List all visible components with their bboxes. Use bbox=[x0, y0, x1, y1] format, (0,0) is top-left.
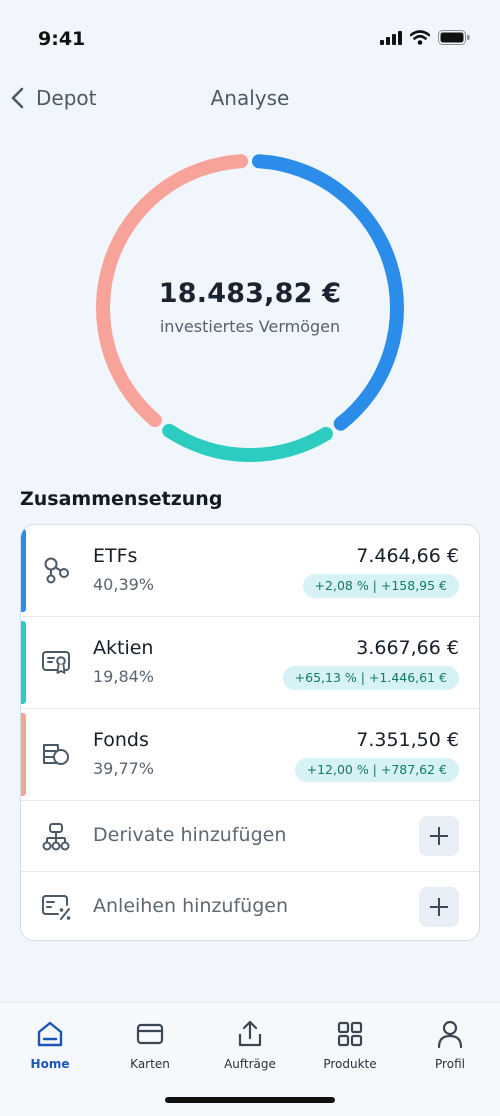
tab-label: Profil bbox=[435, 1057, 465, 1071]
nav-header: Depot Analyse bbox=[0, 78, 500, 118]
etf-nodes-icon bbox=[44, 557, 69, 584]
add-bonds-button[interactable] bbox=[419, 887, 459, 927]
signal-icon bbox=[380, 30, 402, 45]
upload-icon bbox=[238, 1020, 262, 1047]
holding-row-etfs[interactable]: ETFs 40,39% 7.464,66 € +2,08 % | +158,95… bbox=[21, 525, 479, 617]
add-bonds-label: Anleihen hinzufügen bbox=[93, 895, 289, 917]
home-icon bbox=[37, 1021, 63, 1047]
holding-value: 3.667,66 € bbox=[356, 637, 459, 659]
total-subtitle: investiertes Vermögen bbox=[159, 317, 341, 336]
holding-name: Fonds bbox=[93, 729, 149, 751]
holding-change-badge: +2,08 % | +158,95 € bbox=[302, 574, 459, 598]
add-derivatives-button[interactable] bbox=[419, 816, 459, 856]
battery-icon bbox=[438, 30, 470, 45]
total-value: 18.483,82 € bbox=[158, 278, 342, 309]
wifi-icon bbox=[410, 30, 430, 45]
card-icon bbox=[136, 1023, 164, 1045]
holding-row-aktien[interactable]: Aktien 19,84% 3.667,66 € +65,13 % | +1.4… bbox=[21, 617, 479, 709]
add-derivatives-label: Derivate hinzufügen bbox=[93, 824, 287, 846]
holding-accent bbox=[21, 621, 26, 704]
holding-accent bbox=[21, 713, 26, 796]
tab-produkte[interactable]: Produkte bbox=[300, 1019, 400, 1071]
home-indicator bbox=[165, 1097, 335, 1103]
holding-name: Aktien bbox=[93, 637, 154, 659]
composition-card: ETFs 40,39% 7.464,66 € +2,08 % | +158,95… bbox=[20, 524, 480, 941]
tab-profil[interactable]: Profil bbox=[400, 1019, 500, 1071]
derivative-tree-icon bbox=[42, 823, 70, 851]
status-icons bbox=[380, 30, 470, 45]
ring-center: 18.483,82 € investiertes Vermögen bbox=[95, 278, 405, 336]
plus-icon bbox=[430, 827, 448, 845]
allocation-ring: 18.483,82 € investiertes Vermögen bbox=[95, 153, 405, 463]
holding-change-badge: +12,00 % | +787,62 € bbox=[294, 758, 459, 782]
section-title: Zusammensetzung bbox=[20, 488, 223, 510]
tab-auftraege[interactable]: Aufträge bbox=[200, 1019, 300, 1071]
page-title: Analyse bbox=[210, 86, 290, 110]
holding-percent: 40,39% bbox=[93, 575, 155, 594]
holding-percent: 39,77% bbox=[93, 759, 155, 778]
add-derivatives-row[interactable]: Derivate hinzufügen bbox=[21, 801, 479, 872]
tab-home[interactable]: Home bbox=[0, 1019, 100, 1071]
tab-label: Home bbox=[30, 1057, 70, 1071]
status-bar: 9:41 bbox=[0, 0, 500, 80]
add-bonds-row[interactable]: Anleihen hinzufügen bbox=[21, 872, 479, 940]
status-time: 9:41 bbox=[38, 28, 86, 50]
holding-row-fonds[interactable]: Fonds 39,77% 7.351,50 € +12,00 % | +787,… bbox=[21, 709, 479, 801]
holding-accent bbox=[21, 529, 26, 612]
holding-value: 7.351,50 € bbox=[356, 729, 459, 751]
user-icon bbox=[437, 1020, 463, 1049]
tab-label: Produkte bbox=[323, 1057, 377, 1071]
tab-label: Aufträge bbox=[224, 1057, 276, 1071]
bond-percent-icon bbox=[42, 895, 71, 920]
holding-name: ETFs bbox=[93, 545, 138, 567]
certificate-icon bbox=[42, 651, 70, 674]
holding-percent: 19,84% bbox=[93, 667, 155, 686]
holding-change-badge: +65,13 % | +1.446,61 € bbox=[282, 666, 459, 690]
fund-icon bbox=[43, 744, 69, 765]
plus-icon bbox=[430, 898, 448, 916]
holding-value: 7.464,66 € bbox=[356, 545, 459, 567]
ring-segment-aktien bbox=[162, 423, 333, 462]
tab-karten[interactable]: Karten bbox=[100, 1019, 200, 1071]
grid-icon bbox=[337, 1021, 363, 1047]
tab-label: Karten bbox=[130, 1057, 170, 1071]
